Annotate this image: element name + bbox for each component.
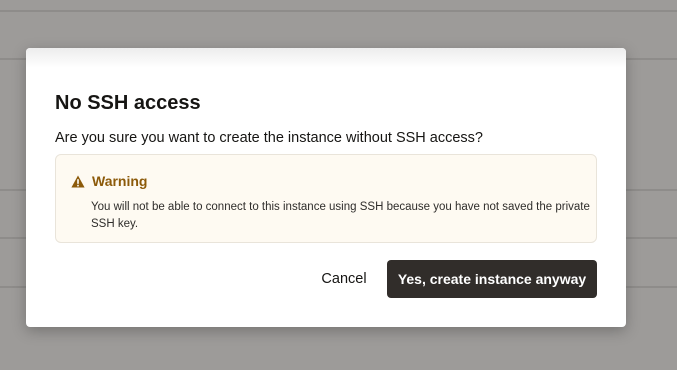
warning-triangle-icon bbox=[71, 175, 85, 187]
warning-title: Warning bbox=[92, 173, 148, 189]
create-instance-anyway-button[interactable]: Yes, create instance anyway bbox=[387, 260, 597, 298]
dialog-header-band bbox=[26, 48, 626, 68]
dialog-title: No SSH access bbox=[55, 92, 201, 114]
warning-message-box: Warning You will not be able to connect … bbox=[55, 154, 597, 243]
dialog-question: Are you sure you want to create the inst… bbox=[55, 130, 483, 146]
cancel-button[interactable]: Cancel bbox=[311, 260, 377, 298]
warning-header: Warning bbox=[71, 173, 147, 189]
background-divider bbox=[0, 10, 677, 12]
no-ssh-access-dialog: No SSH access Are you sure you want to c… bbox=[26, 48, 626, 327]
warning-text: You will not be able to connect to this … bbox=[91, 201, 590, 230]
